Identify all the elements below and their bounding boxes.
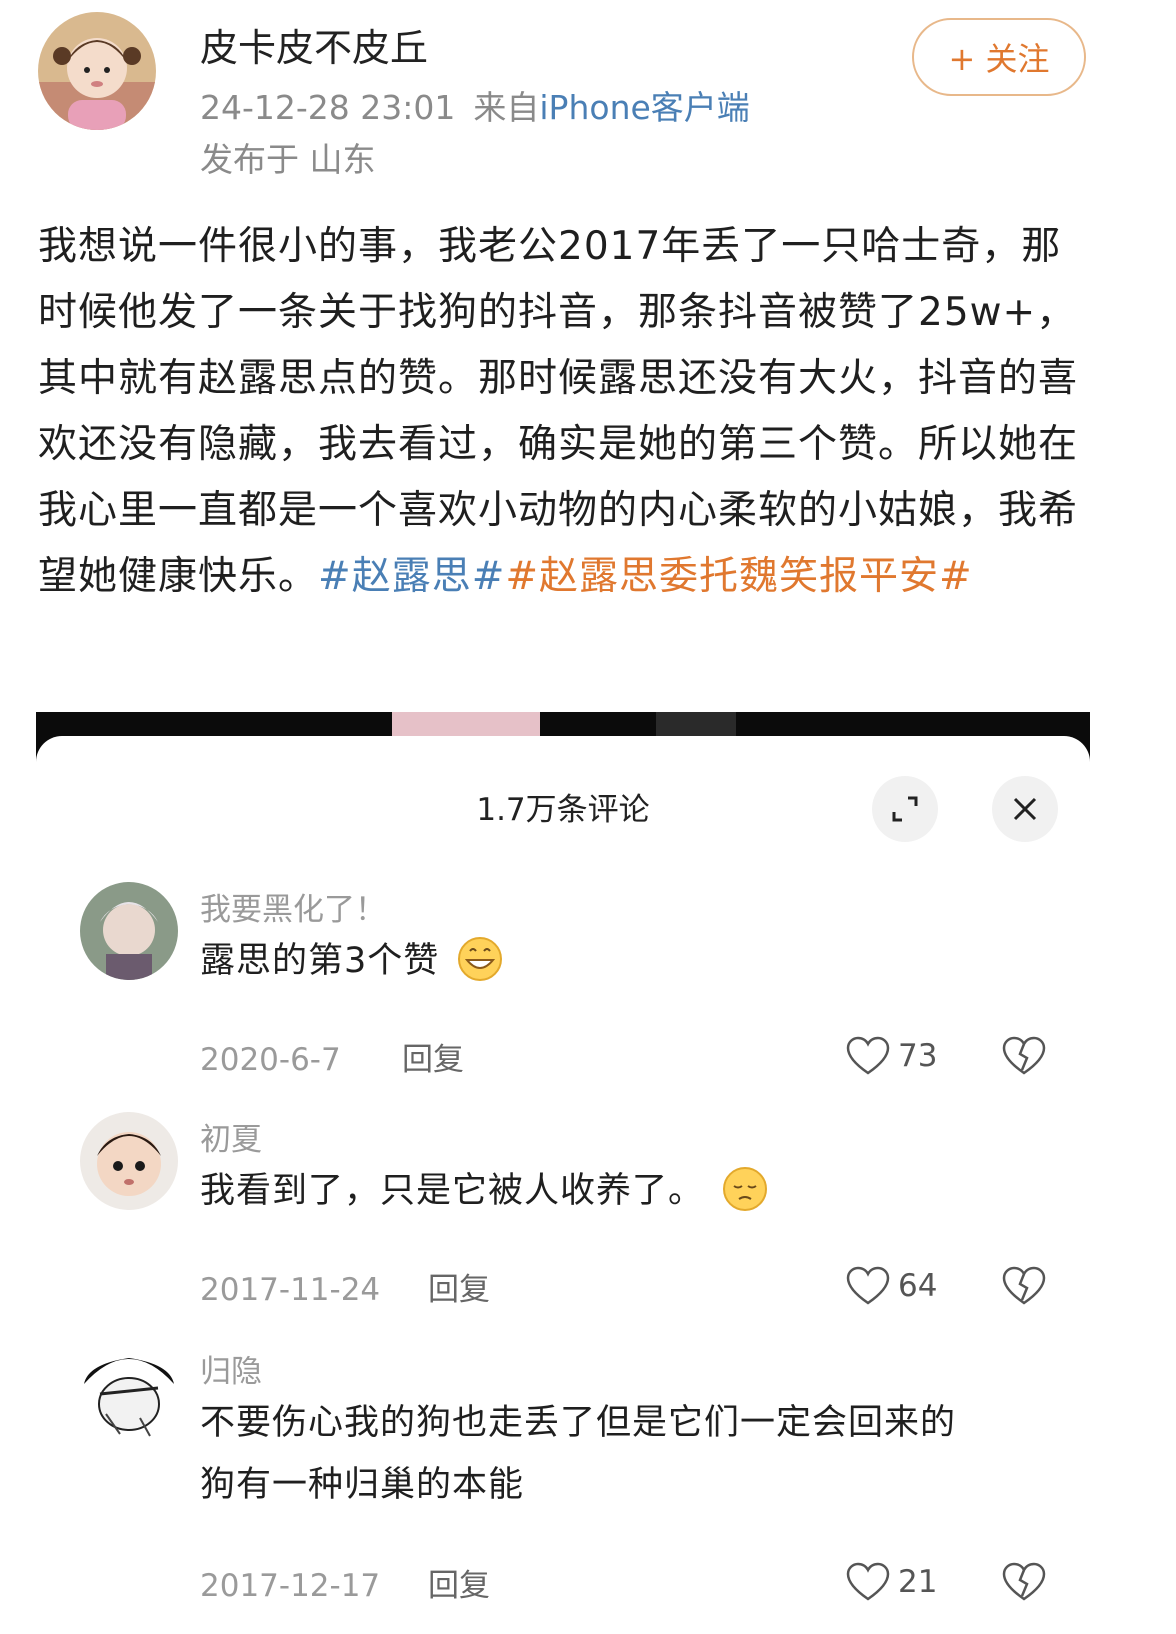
like-count: 73 [898, 1038, 938, 1074]
post-body-text: 我想说一件很小的事，我老公2017年丢了一只哈士奇，那时候他发了一条关于找狗的抖… [38, 224, 1079, 599]
like-button[interactable]: 21 [846, 1562, 937, 1602]
comment-text: 不要伤心我的狗也走丢了但是它们一定会回来的 狗有一种归巢的本能 [200, 1392, 1060, 1516]
heart-icon [846, 1562, 890, 1601]
pensive-emoji-icon [723, 1167, 768, 1211]
comment-text-line2: 狗有一种归巢的本能 [200, 1465, 525, 1505]
close-button[interactable] [992, 776, 1058, 842]
like-button[interactable]: 64 [846, 1266, 937, 1306]
comment-avatar[interactable] [80, 882, 178, 980]
comment-text: 露思的第3个赞 [200, 930, 1060, 992]
post-body: 我想说一件很小的事，我老公2017年丢了一只哈士奇，那时候他发了一条关于找狗的抖… [38, 214, 1088, 610]
comment-text-content: 我看到了，只是它被人收养了。 [200, 1171, 705, 1211]
like-button[interactable]: 73 [846, 1036, 937, 1076]
hashtag-zhaolusi[interactable]: #赵露思# [318, 554, 505, 599]
reply-button[interactable]: 回复 [402, 1040, 464, 1080]
follow-button[interactable]: + 关注 [912, 18, 1086, 96]
broken-heart-icon [1002, 1036, 1046, 1075]
dislike-button[interactable] [1002, 1266, 1046, 1310]
embedded-screenshot: 1.7万条评论 我要黑化了！ 露思的第3个赞 2020-6-7 回复 73 初夏… [36, 712, 1090, 1634]
comment-date: 2017-12-17 [200, 1568, 381, 1604]
grin-emoji-icon [458, 937, 503, 981]
expand-button[interactable] [872, 776, 938, 842]
comment-avatar[interactable] [80, 1344, 178, 1442]
heart-icon [846, 1266, 890, 1305]
comment-sheet: 1.7万条评论 我要黑化了！ 露思的第3个赞 2020-6-7 回复 73 初夏… [36, 736, 1090, 1634]
comment-text-line1: 不要伤心我的狗也走丢了但是它们一定会回来的 [200, 1403, 957, 1443]
comment-username[interactable]: 归隐 [200, 1352, 262, 1392]
expand-icon [892, 796, 918, 822]
dislike-button[interactable] [1002, 1562, 1046, 1606]
heart-icon [846, 1036, 890, 1075]
comment-text-content: 露思的第3个赞 [200, 941, 440, 981]
like-count: 21 [898, 1564, 938, 1600]
reply-button[interactable]: 回复 [428, 1270, 490, 1310]
comment-username[interactable]: 初夏 [200, 1120, 262, 1160]
author-avatar[interactable] [38, 12, 156, 130]
post-location: 发布于 山东 [200, 140, 376, 179]
like-count: 64 [898, 1268, 938, 1304]
source-prefix: 来自 [473, 88, 540, 127]
source-device[interactable]: iPhone客户端 [539, 88, 749, 127]
comment-username[interactable]: 我要黑化了！ [200, 890, 386, 930]
comment-date: 2020-6-7 [200, 1042, 341, 1078]
broken-heart-icon [1002, 1562, 1046, 1601]
comment-date: 2017-11-24 [200, 1272, 381, 1308]
author-name[interactable]: 皮卡皮不皮丘 [200, 24, 428, 72]
post-timestamp: 24-12-28 23:01 [200, 88, 456, 127]
post-meta: 24-12-28 23:01 来自iPhone客户端 [200, 86, 750, 130]
comment-text: 我看到了，只是它被人收养了。 [200, 1160, 1060, 1222]
dislike-button[interactable] [1002, 1036, 1046, 1080]
hashtag-zhaolusi-safe[interactable]: #赵露思委托魏笑报平安# [505, 554, 972, 599]
comment-avatar[interactable] [80, 1112, 178, 1210]
close-icon [1013, 797, 1037, 821]
broken-heart-icon [1002, 1266, 1046, 1305]
reply-button[interactable]: 回复 [428, 1566, 490, 1606]
